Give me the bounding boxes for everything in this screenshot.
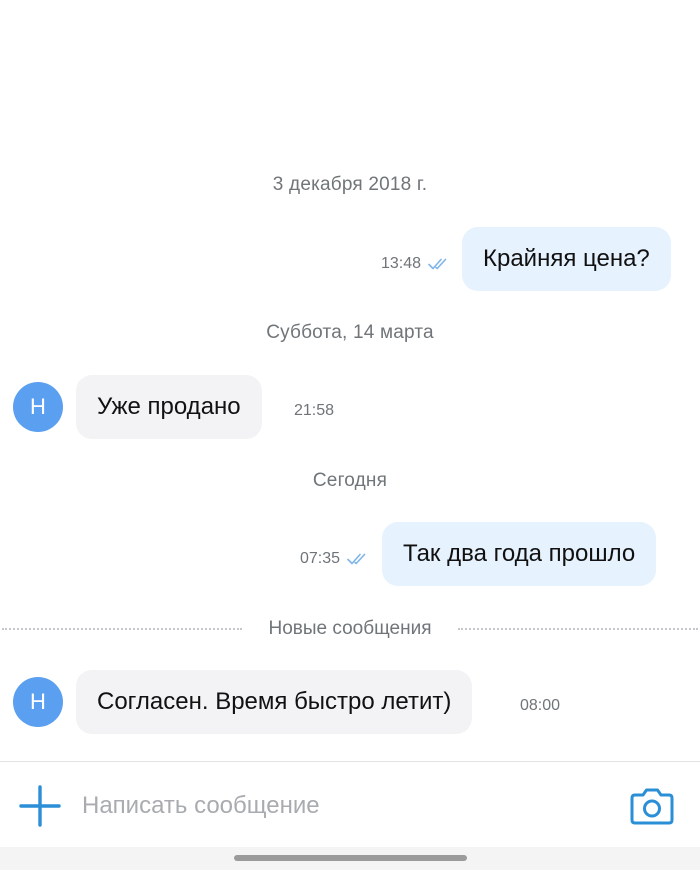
divider-line xyxy=(458,628,698,630)
camera-icon xyxy=(630,788,674,825)
incoming-message-bubble[interactable]: Согласен. Время быстро летит) xyxy=(76,670,473,734)
incoming-message-bubble[interactable]: Уже продано xyxy=(76,375,262,439)
chat-history: 3 декабря 2018 г. 13:48 Крайняя цена? Су… xyxy=(0,0,700,760)
date-separator: 3 декабря 2018 г. xyxy=(272,174,428,195)
avatar[interactable]: Н xyxy=(13,677,63,727)
date-separator: Сегодня xyxy=(312,470,388,491)
new-messages-divider: Новые сообщения xyxy=(0,616,700,642)
message-time: 13:48 xyxy=(381,255,422,272)
message-input[interactable] xyxy=(82,786,602,826)
message-meta: 07:35 xyxy=(300,550,371,568)
message-meta: 08:00 xyxy=(520,697,560,715)
message-meta: 21:58 xyxy=(294,402,334,420)
date-separator: Суббота, 14 марта xyxy=(266,322,434,343)
outgoing-message-bubble[interactable]: Крайняя цена? xyxy=(462,227,671,291)
message-time: 21:58 xyxy=(294,402,335,419)
plus-icon xyxy=(19,785,61,827)
home-indicator[interactable] xyxy=(234,855,467,861)
avatar[interactable]: Н xyxy=(13,382,63,432)
outgoing-message-bubble[interactable]: Так два года прошло xyxy=(382,522,657,586)
camera-button[interactable] xyxy=(628,784,676,828)
message-composer xyxy=(0,761,700,847)
attach-button[interactable] xyxy=(18,784,62,828)
double-check-icon xyxy=(347,553,366,565)
message-time: 07:35 xyxy=(300,550,341,567)
message-meta: 13:48 xyxy=(381,255,452,273)
double-check-icon xyxy=(428,258,447,270)
message-time: 08:00 xyxy=(520,697,561,714)
bottom-safe-area xyxy=(0,847,700,870)
